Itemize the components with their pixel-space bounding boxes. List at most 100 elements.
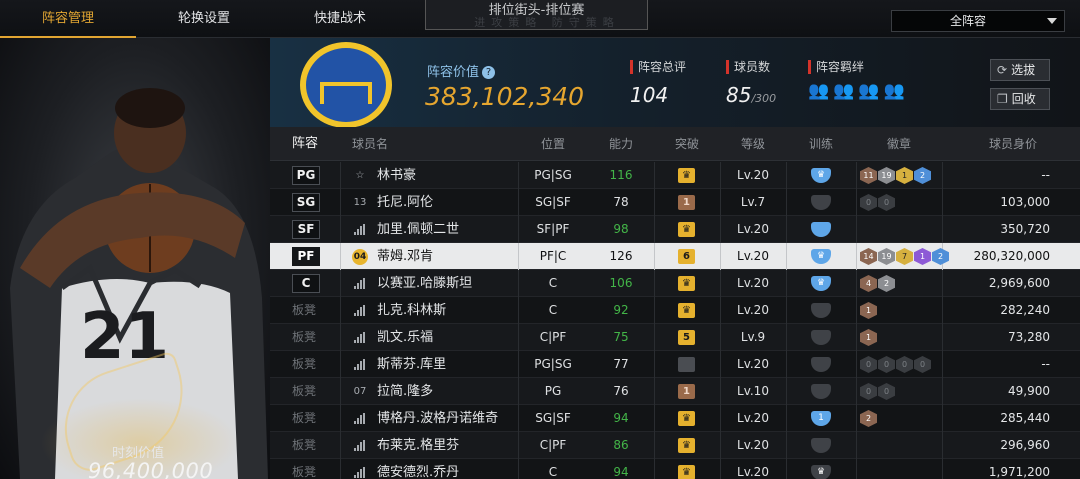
badge-list[interactable]: 1	[860, 329, 877, 347]
table-row[interactable]: PF 04 蒂姆.邓肯 PF|C 126 6 Lv.20 ♛ 14 19 7 1 2 280,320,00…	[270, 243, 1080, 270]
player-ability: 78	[613, 195, 629, 209]
tab-lineup[interactable]: 阵容管理	[0, 0, 136, 38]
player-name[interactable]: 德安德烈.乔丹	[377, 459, 459, 479]
table-row[interactable]: 板凳 德安德烈.乔丹 C 94 ♛ Lv.20 ♛ 1,971,200	[270, 459, 1080, 479]
column-divider	[786, 459, 787, 479]
select-button[interactable]: ⟳ 选拔	[990, 59, 1050, 81]
breakthrough-badge[interactable]: ♛	[678, 438, 695, 453]
col-price[interactable]: 球员身价	[970, 127, 1056, 161]
player-ability: 94	[613, 465, 629, 479]
col-lineup[interactable]: 阵容	[270, 127, 340, 161]
training-icon[interactable]	[811, 195, 831, 210]
column-divider	[654, 432, 655, 459]
table-row[interactable]: SF 加里.佩顿二世 SF|PF 98 ♛ Lv.20 350,720	[270, 216, 1080, 243]
badge-icon: 0	[878, 356, 895, 373]
player-name[interactable]: 博格丹.波格丹诺维奇	[377, 405, 498, 432]
badge-list[interactable]: 11 19 1 2	[860, 167, 931, 185]
lineup-slot-badge[interactable]: C	[292, 274, 320, 293]
bond-icon[interactable]: 👥	[808, 83, 829, 100]
player-portrait-panel[interactable]: 21 时刻价值 96,400,000	[0, 38, 270, 479]
badge-icon: 19	[878, 248, 895, 265]
player-name[interactable]: 林书豪	[377, 162, 416, 189]
training-icon[interactable]: ♛	[811, 249, 831, 264]
lineup-slot-badge[interactable]: PG	[292, 166, 320, 185]
player-name[interactable]: 拉简.隆多	[377, 378, 433, 405]
training-icon[interactable]: ♛	[811, 276, 831, 291]
breakthrough-badge[interactable]: 5	[678, 330, 695, 345]
training-icon[interactable]: ♛	[811, 168, 831, 183]
table-row[interactable]: 板凳 扎克.科林斯 C 92 ♛ Lv.20 1 282,240	[270, 297, 1080, 324]
badge-list[interactable]: 1	[860, 302, 877, 320]
badge-list[interactable]: 42	[860, 275, 895, 293]
col-training[interactable]: 训练	[786, 127, 856, 161]
lineup-filter-select[interactable]: 全阵容	[891, 10, 1065, 32]
breakthrough-badge[interactable]	[678, 357, 695, 372]
badge-list[interactable]: 0000	[860, 356, 931, 374]
table-row[interactable]: 板凳 布莱克.格里芬 C|PF 86 ♛ Lv.20 296,960	[270, 432, 1080, 459]
table-row[interactable]: 板凳 博格丹.波格丹诺维奇 SG|SF 94 ♛ Lv.20 1 2 285,440	[270, 405, 1080, 432]
bench-label: 板凳	[292, 357, 317, 371]
col-name[interactable]: 球员名	[340, 127, 400, 161]
training-icon[interactable]	[811, 384, 831, 399]
badge-list[interactable]: 2	[860, 410, 877, 428]
player-name[interactable]: 凯文.乐福	[377, 324, 433, 351]
tab-rotation[interactable]: 轮换设置	[136, 0, 272, 38]
player-name[interactable]: 扎克.科林斯	[377, 297, 446, 324]
player-name[interactable]: 蒂姆.邓肯	[377, 243, 433, 270]
breakthrough-badge[interactable]: ♛	[678, 465, 695, 479]
bond-icon[interactable]: 👥	[833, 83, 854, 100]
col-breakthrough[interactable]: 突破	[654, 127, 720, 161]
col-ability[interactable]: 能力	[588, 127, 654, 161]
lineup-slot-badge[interactable]: PF	[292, 247, 320, 266]
jersey-number-icon: 13	[353, 197, 367, 208]
player-name[interactable]: 加里.佩顿二世	[377, 216, 459, 243]
breakthrough-badge[interactable]: ♛	[678, 411, 695, 426]
breakthrough-badge[interactable]: 1	[678, 384, 695, 399]
training-icon[interactable]	[811, 303, 831, 318]
breakthrough-badge[interactable]: ♛	[678, 222, 695, 237]
table-row[interactable]: 板凳 07 拉简.隆多 PG 76 1 Lv.10 0 0 49,900	[270, 378, 1080, 405]
col-level[interactable]: 等级	[720, 127, 786, 161]
training-icon[interactable]	[811, 438, 831, 453]
breakthrough-badge[interactable]: ♛	[678, 276, 695, 291]
bond-icon[interactable]: 👥	[858, 83, 879, 100]
badge-list[interactable]: 00	[860, 194, 895, 212]
training-icon[interactable]: ♛	[811, 465, 831, 479]
signal-bars-icon	[354, 305, 368, 316]
badge-list[interactable]: 14 19 7 1 2	[860, 248, 949, 266]
breakthrough-badge[interactable]: 1	[678, 195, 695, 210]
player-position: SG|SF	[535, 195, 571, 209]
lineup-rating-label: 阵容总评	[630, 60, 686, 74]
column-divider	[942, 324, 943, 351]
player-name[interactable]: 斯蒂芬.库里	[377, 351, 446, 378]
tab-quick-tactics[interactable]: 快捷战术	[272, 0, 408, 38]
select-button-label: 选拔	[1011, 63, 1036, 77]
table-row[interactable]: 板凳 凯文.乐福 C|PF 75 5 Lv.9 1 73,280	[270, 324, 1080, 351]
team-logo	[300, 42, 392, 128]
col-badges[interactable]: 徽章	[856, 127, 942, 161]
lineup-slot-badge[interactable]: SF	[292, 220, 320, 239]
recycle-button[interactable]: ❐ 回收	[990, 88, 1050, 110]
breakthrough-badge[interactable]: ♛	[678, 168, 695, 183]
table-row[interactable]: 板凳 斯蒂芬.库里 PG|SG 77 Lv.20 0 0 0 0 --	[270, 351, 1080, 378]
player-name[interactable]: 以赛亚.哈滕斯坦	[377, 270, 472, 297]
training-icon[interactable]	[811, 330, 831, 345]
breakthrough-badge[interactable]: ♛	[678, 303, 695, 318]
player-name[interactable]: 托尼.阿伦	[377, 189, 433, 216]
table-row[interactable]: C 以赛亚.哈滕斯坦 C 106 ♛ Lv.20 ♛ 4 2 2,969,600	[270, 270, 1080, 297]
bond-icon[interactable]: 👥	[884, 83, 905, 100]
table-row[interactable]: SG 13 托尼.阿伦 SG|SF 78 1 Lv.7 0 0 103,000	[270, 189, 1080, 216]
player-name[interactable]: 布莱克.格里芬	[377, 432, 459, 459]
help-icon[interactable]: ?	[482, 66, 496, 79]
table-row[interactable]: PG ☆ 林书豪 PG|SG 116 ♛ Lv.20 ♛ 11 19 1 2 --	[270, 162, 1080, 189]
training-icon[interactable]: 1	[811, 411, 831, 426]
training-icon[interactable]	[811, 222, 831, 237]
breakthrough-badge[interactable]: 6	[678, 249, 695, 264]
bond-icons[interactable]: 👥 👥 👥 👥	[808, 83, 905, 100]
column-divider	[654, 324, 655, 351]
col-position[interactable]: 位置	[518, 127, 588, 161]
badge-list[interactable]: 00	[860, 383, 895, 401]
lineup-bond-label: 阵容羁绊	[808, 60, 905, 74]
training-icon[interactable]	[811, 357, 831, 372]
lineup-slot-badge[interactable]: SG	[292, 193, 320, 212]
